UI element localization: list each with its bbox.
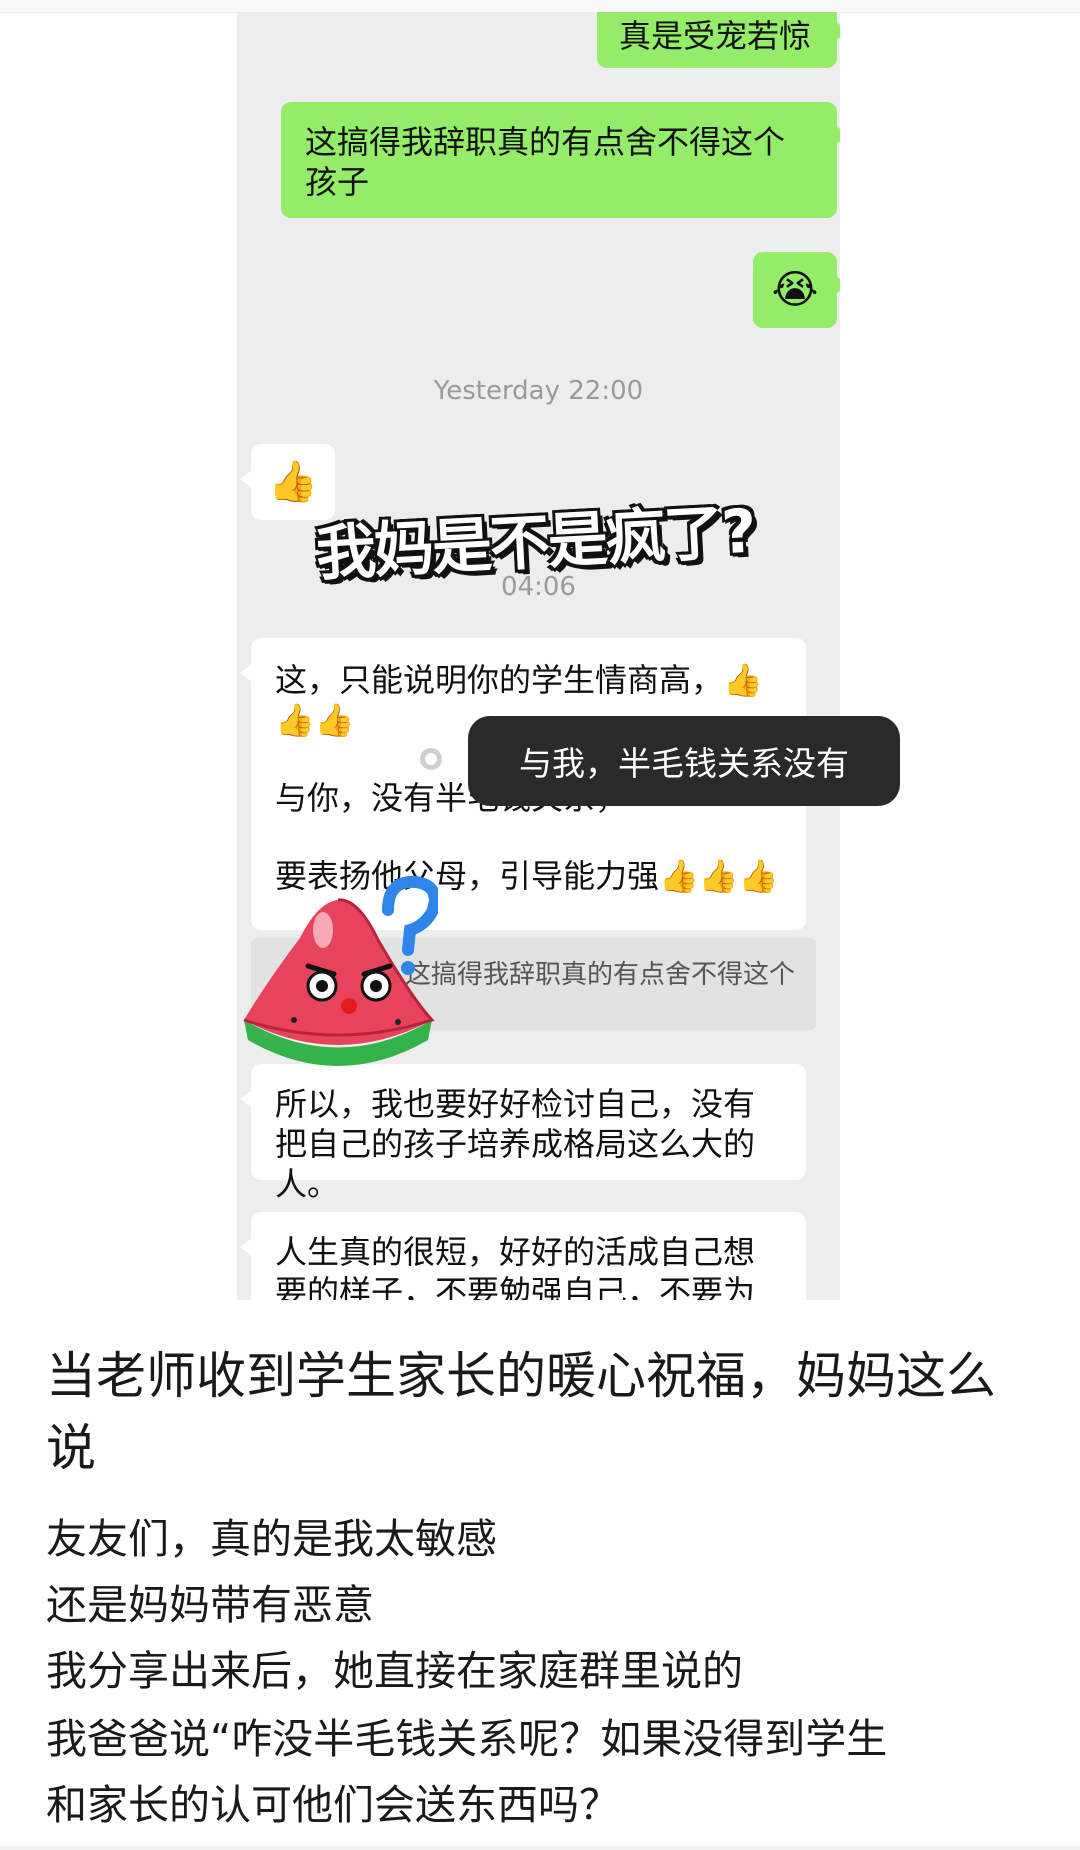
message-text: 人生真的很短，好好的活成自己想要的样子，不要勉强自己，不要为难别: [275, 1233, 756, 1300]
message-text: 真是受宠若惊: [619, 17, 812, 55]
chat-screenshot[interactable]: 真是受宠若惊 这搞得我辞职真的有点舍不得这个孩子 😭 Yesterday 22:…: [237, 12, 840, 1300]
sent-message-bubble[interactable]: 这搞得我辞职真的有点舍不得这个孩子: [281, 102, 840, 218]
sent-emoji-bubble[interactable]: 😭: [753, 252, 840, 328]
message-text: 这搞得我辞职真的有点舍不得这个孩子: [305, 123, 786, 201]
received-message-bubble[interactable]: 人生真的很短，好好的活成自己想要的样子，不要勉强自己，不要为难别: [240, 1212, 806, 1300]
article-line: 我爸爸说“咋没半毛钱关系呢？如果没得到学生: [46, 1715, 888, 1763]
article-line: 友友们，真的是我太敏感: [46, 1515, 497, 1563]
watermelon-sticker-icon: [243, 875, 438, 1066]
crying-emoji-icon: 😭: [771, 267, 819, 313]
quote-text: 这搞得我辞职真的有点舍不得这个: [405, 960, 796, 990]
message-text: 所以，我也要好好检讨自己，没有把自己的孩子培养成格局这么大的人。: [275, 1085, 756, 1203]
article-title: 当老师收到学生家长的暖心祝福，妈妈这么说: [46, 1347, 996, 1477]
article-line: 我分享出来后，她直接在家庭群里说的: [46, 1647, 743, 1695]
bottom-divider: [0, 1846, 1080, 1850]
sent-message-bubble[interactable]: 真是受宠若惊: [597, 12, 840, 68]
article-line: 还是妈妈带有恶意: [46, 1581, 374, 1629]
toast-indicator-icon: [420, 748, 442, 770]
thumbs-up-emoji-icon: 👍: [268, 459, 318, 505]
article-line: 和家长的认可他们会送东西吗？: [46, 1781, 620, 1829]
timestamp: Yesterday 22:00: [433, 376, 644, 406]
caption-toast: 与我，半毛钱关系没有: [468, 716, 900, 806]
toast-text: 与我，半毛钱关系没有: [519, 744, 849, 783]
received-message-bubble[interactable]: 所以，我也要好好检讨自己，没有把自己的孩子培养成格局这么大的人。: [240, 1064, 806, 1203]
